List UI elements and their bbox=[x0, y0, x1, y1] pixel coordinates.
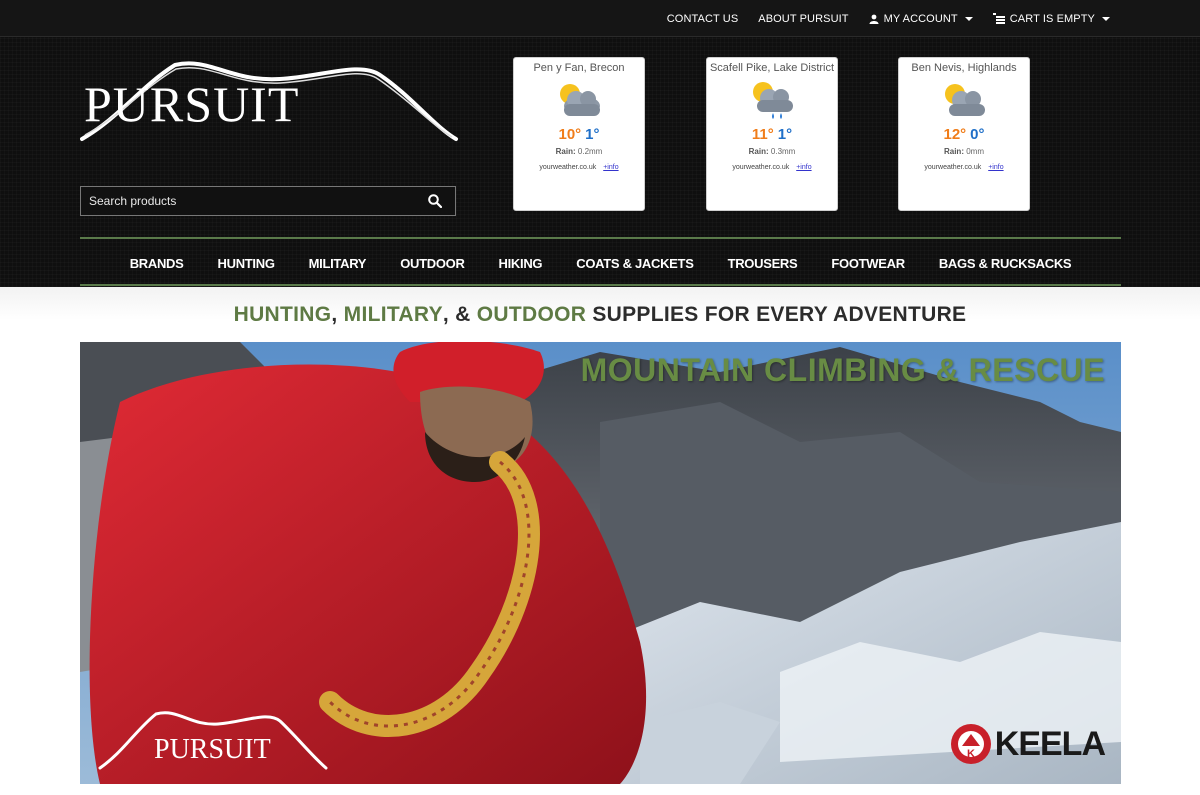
nav-bags-rucksacks[interactable]: BAGS & RUCKSACKS bbox=[939, 256, 1072, 271]
weather-widget-scafell-pike[interactable]: Scafell Pike, Lake District 11° 1° Rain: … bbox=[706, 57, 838, 211]
nav-coats-jackets[interactable]: COATS & JACKETS bbox=[576, 256, 694, 271]
keela-emblem-icon: K bbox=[950, 724, 991, 764]
nav-outdoor[interactable]: OUTDOOR bbox=[400, 256, 465, 271]
weather-source: yourweather.co.uk +info bbox=[514, 164, 644, 171]
hero-banner[interactable]: MOUNTAIN CLIMBING & RESCUE PURSUIT K KEE… bbox=[80, 342, 1121, 784]
weather-source: yourweather.co.uk +info bbox=[899, 164, 1029, 171]
weather-widget-pen-y-fan[interactable]: Pen y Fan, Brecon 10° 1° Rain: 0.2mm your… bbox=[513, 57, 645, 211]
weather-temps: 11° 1° bbox=[707, 126, 837, 143]
weather-widget-ben-nevis[interactable]: Ben Nevis, Highlands 12° 0° Rain: 0mm you… bbox=[898, 57, 1030, 211]
tagline: HUNTING, MILITARY, & OUTDOOR SUPPLIES FO… bbox=[0, 287, 1200, 342]
search-button[interactable] bbox=[415, 187, 455, 215]
weather-location: Pen y Fan, Brecon bbox=[533, 62, 625, 74]
tagline-sep: , & bbox=[442, 302, 477, 326]
search-icon bbox=[428, 194, 442, 208]
hero-logo-text: PURSUIT bbox=[154, 734, 271, 765]
more-info-link[interactable]: +info bbox=[796, 164, 811, 171]
top-bar: CONTACT US ABOUT PURSUIT MY ACCOUNT CART… bbox=[0, 0, 1200, 37]
weather-rain: Rain: 0.2mm bbox=[514, 147, 644, 156]
chevron-down-icon bbox=[964, 16, 973, 21]
source-text: yourweather.co.uk bbox=[539, 164, 597, 171]
temp-high: 12° bbox=[943, 126, 967, 143]
site-header: PURSUIT Pen y Fan, Brecon 10°1° Rain: 0.… bbox=[0, 37, 1200, 287]
rain-label: Rain: bbox=[748, 147, 769, 156]
weather-location: Scafell Pike, Lake District bbox=[709, 62, 835, 74]
source-text: yourweather.co.uk bbox=[732, 164, 790, 171]
main-nav: BRANDS HUNTING MILITARY OUTDOOR HIKING C… bbox=[80, 243, 1121, 283]
nav-footwear[interactable]: FOOTWEAR bbox=[831, 256, 905, 271]
tagline-hunting: HUNTING bbox=[233, 302, 332, 326]
temp-low: 0° bbox=[970, 126, 985, 143]
tagline-outdoor: OUTDOOR bbox=[476, 302, 587, 326]
weather-temps: 10° 1° bbox=[514, 126, 644, 143]
sun-cloud-icon bbox=[560, 84, 600, 116]
weather-rain: Rain: 0.3mm bbox=[707, 147, 837, 156]
more-info-link[interactable]: +info bbox=[603, 164, 618, 171]
tagline-rest: SUPPLIES FOR EVERY ADVENTURE bbox=[586, 302, 967, 326]
nav-hunting[interactable]: HUNTING bbox=[218, 256, 275, 271]
temp-high: 10° bbox=[558, 126, 582, 143]
weather-source: yourweather.co.uk +info bbox=[707, 164, 837, 171]
logo-wordmark[interactable]: PURSUIT bbox=[84, 75, 299, 133]
about-pursuit-link[interactable]: ABOUT PURSUIT bbox=[758, 13, 848, 25]
cart-icon bbox=[992, 13, 1005, 24]
keela-wordmark: KEELA bbox=[994, 724, 1106, 763]
my-account-label: MY ACCOUNT bbox=[883, 12, 958, 25]
temp-low: 1° bbox=[585, 126, 600, 143]
user-icon bbox=[869, 14, 879, 24]
nav-trousers[interactable]: TROUSERS bbox=[728, 256, 798, 271]
hero-title: MOUNTAIN CLIMBING & RESCUE bbox=[580, 352, 1105, 388]
svg-text:K: K bbox=[967, 748, 975, 760]
rain-value: 0.2mm bbox=[577, 147, 603, 156]
search-bar bbox=[80, 186, 456, 216]
sun-cloud-icon bbox=[945, 84, 985, 116]
keela-logo: K KEELA bbox=[949, 722, 1106, 766]
cart-label: CART IS EMPTY bbox=[1009, 12, 1095, 25]
tagline-military: MILITARY bbox=[343, 302, 443, 326]
temp-high: 11° bbox=[751, 126, 774, 143]
nav-divider-bottom bbox=[80, 284, 1121, 286]
nav-military[interactable]: MILITARY bbox=[309, 256, 367, 271]
temp-low: 1° bbox=[777, 126, 793, 143]
rain-value: 0.3mm bbox=[770, 147, 796, 156]
rain-value: 0mm bbox=[966, 147, 984, 156]
nav-hiking[interactable]: HIKING bbox=[499, 256, 543, 271]
search-input[interactable] bbox=[81, 187, 415, 215]
weather-location: Ben Nevis, Highlands bbox=[911, 62, 1017, 74]
my-account-menu[interactable]: MY ACCOUNT bbox=[869, 13, 973, 25]
rain-label: Rain: bbox=[555, 147, 576, 156]
more-info-link[interactable]: +info bbox=[988, 164, 1003, 171]
chevron-down-icon bbox=[1102, 16, 1110, 21]
contact-us-link[interactable]: CONTACT US bbox=[667, 13, 739, 25]
cart-menu[interactable]: CART IS EMPTY bbox=[992, 12, 1110, 25]
nav-divider-top bbox=[80, 237, 1121, 239]
weather-temps: 12° 0° bbox=[899, 126, 1029, 143]
nav-brands[interactable]: BRANDS bbox=[130, 256, 184, 271]
rain-label: Rain: bbox=[943, 147, 964, 156]
source-text: yourweather.co.uk bbox=[924, 164, 982, 171]
tagline-sep: , bbox=[331, 302, 344, 326]
sun-cloud-rain-icon bbox=[753, 82, 793, 119]
weather-rain: Rain: 0mm bbox=[899, 147, 1029, 156]
top-nav: CONTACT US ABOUT PURSUIT MY ACCOUNT CART… bbox=[667, 0, 1110, 37]
